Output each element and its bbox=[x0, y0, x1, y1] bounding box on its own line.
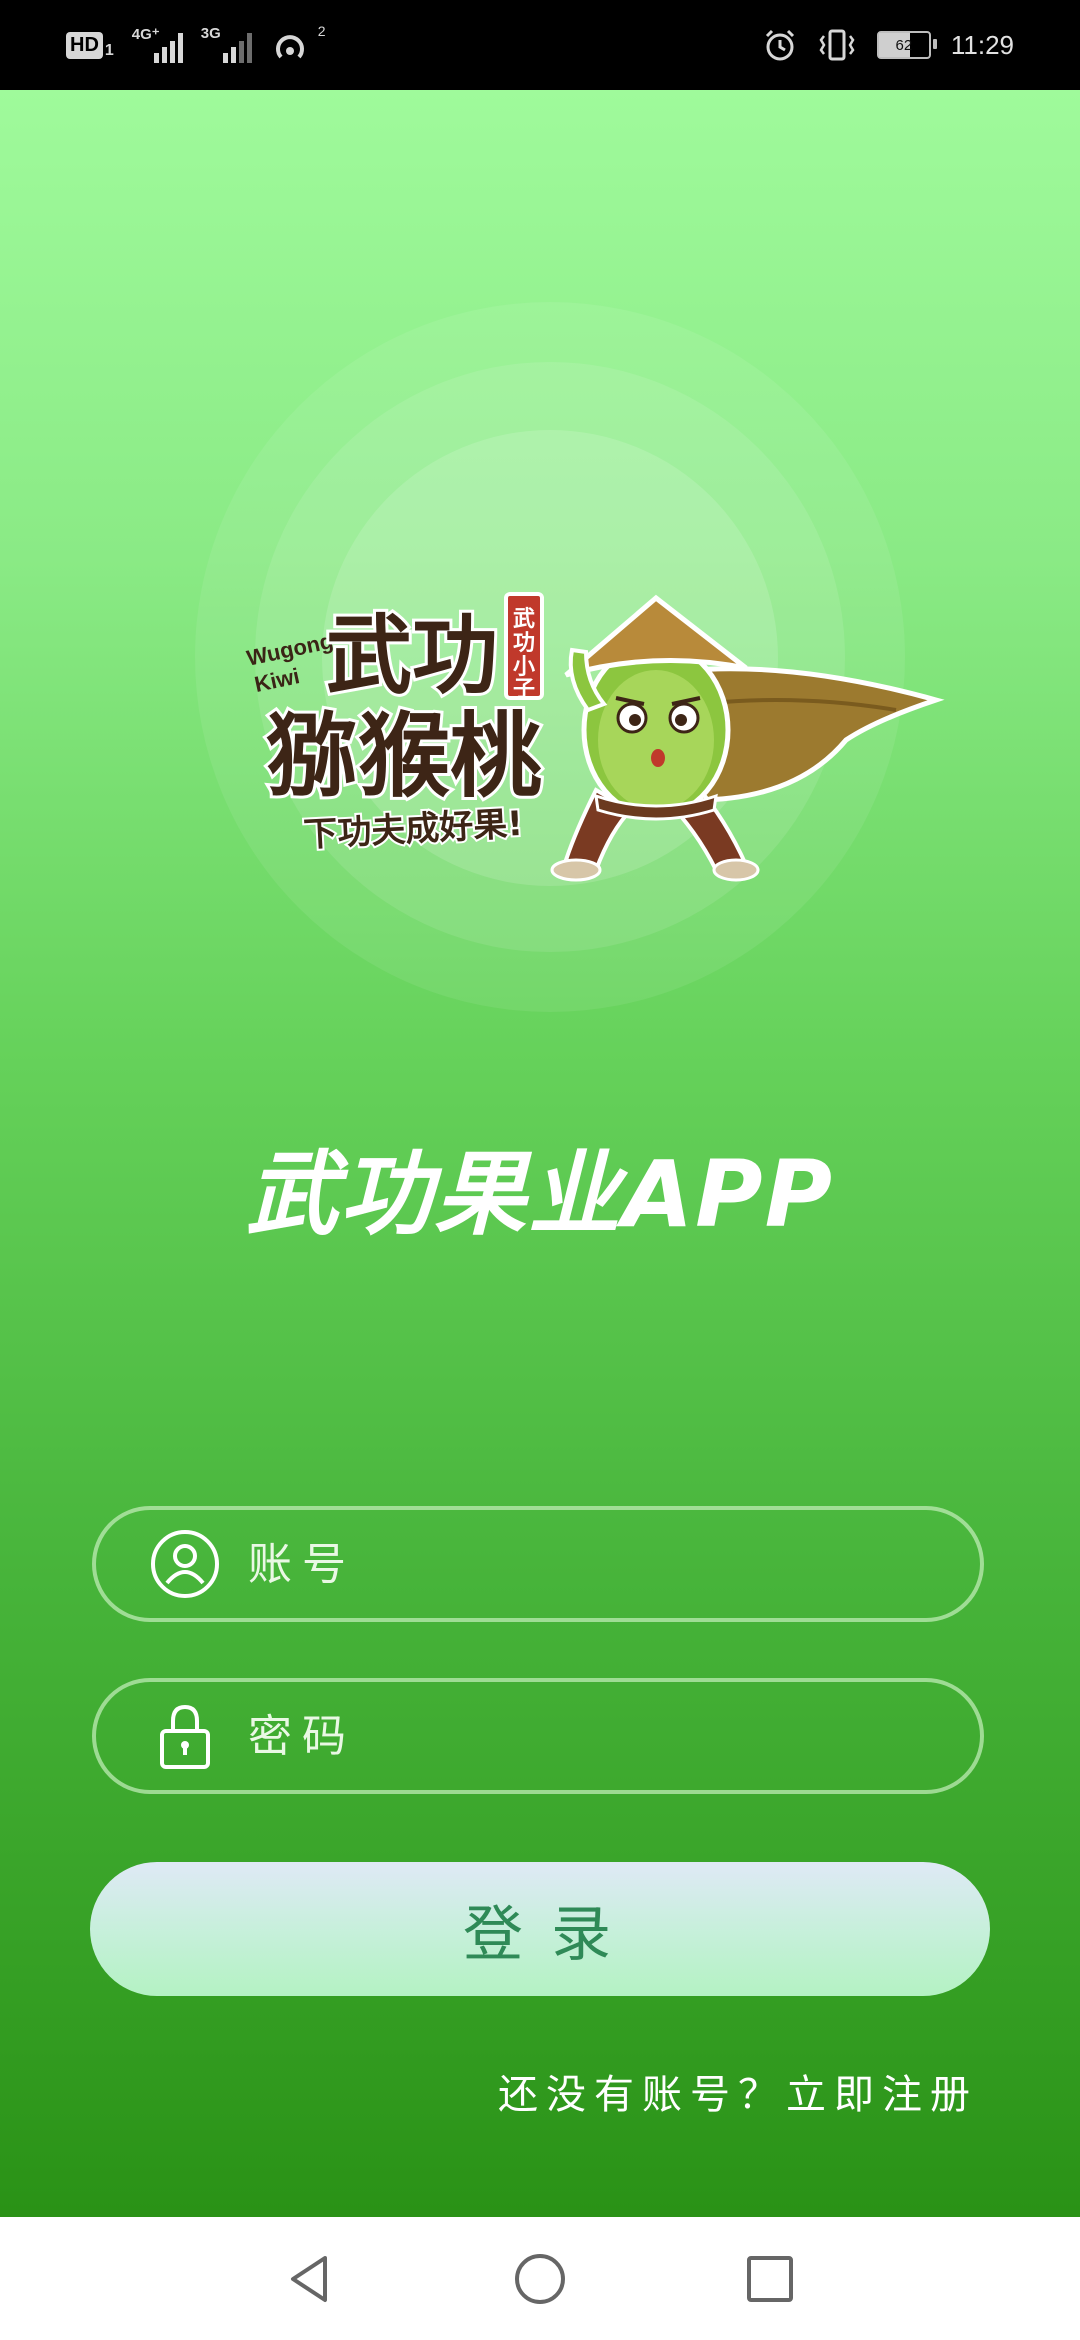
password-field[interactable] bbox=[92, 1678, 984, 1794]
hd-icon: HD 1 bbox=[66, 30, 114, 60]
status-right: 62 11:29 bbox=[763, 0, 1014, 90]
home-button[interactable] bbox=[495, 2239, 585, 2319]
logo-text-main-1: 武功 bbox=[326, 606, 498, 706]
alarm-icon bbox=[765, 29, 794, 61]
navigation-bar bbox=[0, 2217, 1080, 2340]
back-icon bbox=[291, 2256, 327, 2302]
recent-apps-icon bbox=[747, 2256, 793, 2302]
signal-icon-2: 3G bbox=[200, 25, 252, 63]
account-input[interactable] bbox=[246, 1537, 980, 1591]
logo-slogan: 下功夫成好果! bbox=[302, 804, 523, 855]
brand-logo: Wugong Kiwi 武功 猕猴桃 武 功 小 子 下功夫成好果! bbox=[244, 592, 945, 882]
recent-apps-button[interactable] bbox=[725, 2239, 815, 2319]
password-input[interactable] bbox=[246, 1709, 980, 1763]
status-bar: HD 1 4G⁺ 3G 2 62 11:29 bbox=[0, 0, 1080, 90]
lock-icon bbox=[150, 1701, 220, 1771]
app-title: 武功果业APP bbox=[245, 1141, 835, 1248]
register-link[interactable]: 还没有账号？立即注册 bbox=[498, 2062, 978, 2120]
network-type-1: 4G⁺ bbox=[131, 26, 160, 43]
login-screen: Wugong Kiwi 武功 猕猴桃 武 功 小 子 下功夫成好果! 武功果业A… bbox=[0, 90, 1080, 2217]
battery-icon: 62 bbox=[876, 31, 937, 59]
login-button[interactable]: 登录 bbox=[90, 1862, 990, 1996]
user-icon bbox=[150, 1529, 220, 1599]
clock: 11:29 bbox=[950, 29, 1014, 60]
account-field[interactable] bbox=[92, 1506, 984, 1622]
home-icon bbox=[515, 2254, 565, 2304]
svg-text:子: 子 bbox=[513, 677, 535, 702]
status-left: HD 1 4G⁺ 3G 2 bbox=[66, 0, 326, 90]
hd-label: HD bbox=[66, 31, 103, 59]
hotspot-icon bbox=[275, 35, 304, 59]
vibrate-icon bbox=[819, 29, 855, 61]
svg-text:武: 武 bbox=[513, 607, 535, 632]
svg-text:功: 功 bbox=[513, 631, 535, 656]
signal-icon: 4G⁺ bbox=[131, 26, 183, 63]
hd-sub: 1 bbox=[104, 42, 114, 59]
back-button[interactable] bbox=[265, 2239, 355, 2319]
network-type-2: 3G bbox=[200, 25, 221, 42]
hotspot-count: 2 bbox=[317, 23, 326, 39]
logo-text-main-2: 猕猴桃 bbox=[266, 703, 542, 810]
battery-level: 62 bbox=[895, 36, 913, 54]
